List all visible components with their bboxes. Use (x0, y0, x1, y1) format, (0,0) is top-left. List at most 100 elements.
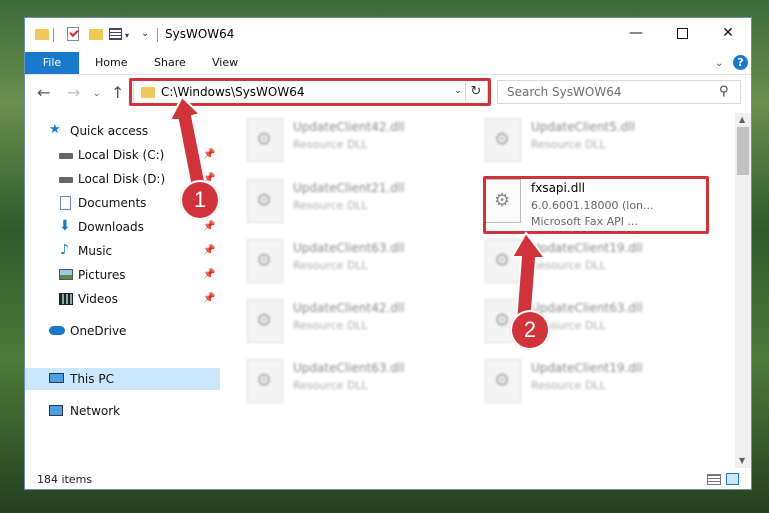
computer-icon (49, 373, 64, 383)
title-bar: ▾ ⌄ SysWOW64 — ✕ (25, 18, 751, 52)
file-item[interactable]: UpdateClient19.dll Resource DLL (485, 239, 705, 287)
pin-icon[interactable]: 📌 (203, 264, 215, 286)
sidebar-item-label: Documents (78, 196, 147, 210)
back-button[interactable]: ← (37, 83, 50, 102)
download-icon: ⬇ (59, 218, 71, 234)
scroll-thumb[interactable] (737, 127, 749, 175)
network-icon (49, 405, 63, 416)
file-type: Resource DLL (293, 319, 368, 332)
music-icon: ♪ (60, 242, 69, 258)
sidebar-item-network[interactable]: Network (25, 400, 220, 422)
pictures-icon (59, 269, 73, 280)
title-divider (157, 28, 158, 42)
sidebar-item-quick-access[interactable]: ★ Quick access (25, 120, 220, 142)
file-name: UpdateClient21.dll (293, 181, 405, 195)
file-type: Resource DLL (293, 259, 368, 272)
file-name: UpdateClient63.dll (293, 241, 405, 255)
file-name: UpdateClient19.dll (531, 241, 643, 255)
maximize-icon (676, 27, 688, 39)
file-item[interactable]: UpdateClient5.dll Resource DLL (485, 118, 705, 166)
file-item[interactable]: UpdateClient21.dll Resource DLL (247, 179, 467, 227)
dll-file-icon (247, 118, 283, 162)
search-box[interactable]: Search SysWOW64 ⚲ (497, 80, 741, 104)
recent-locations-button[interactable]: ⌄ (93, 89, 101, 99)
sidebar-item-label: This PC (70, 372, 114, 386)
search-icon[interactable]: ⚲ (719, 84, 729, 99)
scroll-up-icon[interactable]: ▲ (739, 115, 745, 124)
properties-check-icon[interactable] (67, 27, 79, 41)
sidebar-item-downloads[interactable]: ⬇ Downloads 📌 (25, 216, 220, 238)
ribbon-tabs: File Home Share View ⌄ ? (25, 52, 751, 75)
navigation-pane: ★ Quick access Local Disk (C:) 📌 Local D… (25, 113, 220, 458)
dll-file-icon (247, 239, 283, 283)
sidebar-item-pictures[interactable]: Pictures 📌 (25, 264, 220, 286)
sidebar-item-onedrive[interactable]: OneDrive (25, 320, 220, 342)
sidebar-item-this-pc[interactable]: This PC (25, 368, 220, 390)
minimize-button[interactable]: — (613, 18, 659, 48)
new-folder-icon[interactable] (89, 29, 103, 40)
pin-icon[interactable]: 📌 (203, 144, 215, 166)
file-name: UpdateClient19.dll (531, 361, 643, 375)
sidebar-item-music[interactable]: ♪ Music 📌 (25, 240, 220, 262)
dll-file-icon (247, 299, 283, 343)
file-type: Resource DLL (293, 379, 368, 392)
file-item[interactable]: UpdateClient42.dll Resource DLL (247, 118, 467, 166)
maximize-button[interactable] (659, 18, 705, 48)
dll-file-icon (247, 179, 283, 223)
pin-icon[interactable]: 📌 (203, 240, 215, 262)
large-icons-view-icon[interactable] (726, 473, 739, 485)
sidebar-item-label: Videos (78, 292, 118, 306)
sidebar-item-label: Pictures (78, 268, 126, 282)
drive-icon (59, 177, 73, 183)
properties-icon[interactable] (109, 28, 122, 40)
tab-view[interactable]: View (212, 52, 238, 74)
sidebar-item-label: Network (70, 404, 121, 418)
tab-file[interactable]: File (25, 52, 79, 74)
cloud-icon (49, 326, 65, 335)
pin-icon[interactable]: 📌 (203, 288, 215, 310)
dll-file-icon (485, 239, 521, 283)
file-item[interactable]: UpdateClient19.dll Resource DLL (485, 359, 705, 407)
dll-file-icon (247, 359, 283, 403)
star-icon: ★ (49, 122, 61, 137)
file-name: UpdateClient42.dll (293, 301, 405, 315)
scroll-down-icon[interactable]: ▼ (739, 456, 745, 465)
customize-toolbar-icon[interactable]: ⌄ (141, 28, 149, 44)
search-input[interactable]: Search SysWOW64 (507, 85, 621, 99)
file-type: Resource DLL (293, 138, 368, 151)
sidebar-item-local-disk-c[interactable]: Local Disk (C:) 📌 (25, 144, 220, 166)
close-button[interactable]: ✕ (705, 18, 751, 48)
sidebar-item-videos[interactable]: Videos 📌 (25, 288, 220, 310)
file-type: Resource DLL (531, 379, 606, 392)
toolbar-dropdown-icon[interactable]: ▾ (125, 31, 129, 47)
details-view-icon[interactable] (707, 474, 721, 485)
up-button[interactable]: ↑ (111, 83, 124, 102)
tab-share[interactable]: Share (154, 52, 186, 74)
step-badge-2: 2 (510, 310, 550, 350)
file-name: UpdateClient5.dll (531, 120, 635, 134)
file-item[interactable]: UpdateClient63.dll Resource DLL (247, 359, 467, 407)
tab-home[interactable]: Home (95, 52, 127, 74)
forward-button[interactable]: → (67, 83, 80, 102)
toolbar-divider (53, 28, 54, 42)
help-icon[interactable]: ? (733, 55, 748, 70)
dll-file-icon (485, 118, 521, 162)
sidebar-item-label: Local Disk (D:) (78, 172, 166, 186)
item-count: 184 items (37, 473, 93, 486)
drive-icon (59, 153, 73, 159)
file-type: Resource DLL (531, 138, 606, 151)
sidebar-item-label: Downloads (78, 220, 144, 234)
file-name: UpdateClient63.dll (293, 361, 405, 375)
vertical-scrollbar[interactable]: ▲ ▼ (735, 113, 751, 468)
file-item[interactable]: UpdateClient63.dll Resource DLL (247, 239, 467, 287)
videos-icon (59, 293, 73, 305)
window-title: SysWOW64 (165, 27, 235, 41)
folder-icon[interactable] (35, 29, 49, 40)
sidebar-item-label: Local Disk (C:) (78, 148, 165, 162)
file-item[interactable]: UpdateClient42.dll Resource DLL (247, 299, 467, 347)
expand-ribbon-icon[interactable]: ⌄ (715, 58, 723, 69)
file-name: UpdateClient42.dll (293, 120, 405, 134)
sidebar-item-label: Music (78, 244, 113, 258)
dll-file-icon (485, 359, 521, 403)
file-highlight-box (483, 176, 709, 234)
